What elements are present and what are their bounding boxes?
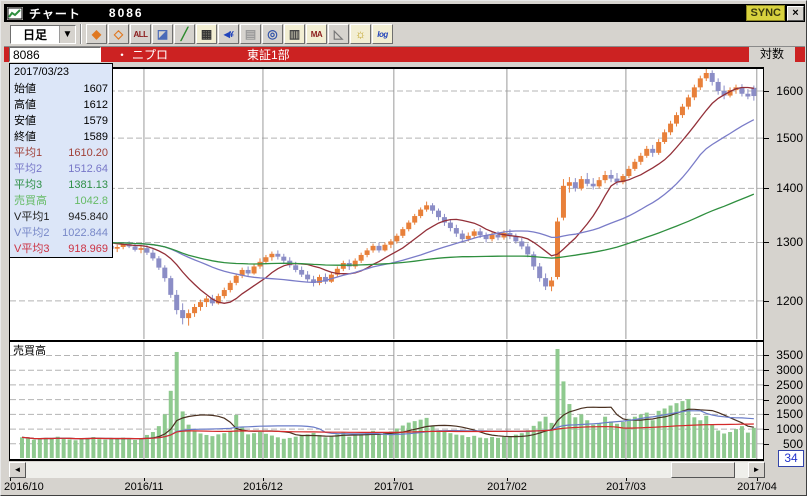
period-value: 日足 — [11, 26, 59, 43]
x-axis-label: 2017/03 — [606, 481, 646, 493]
stock-code-input[interactable] — [9, 47, 101, 62]
x-axis-label: 2016/12 — [243, 481, 283, 493]
indicator-disabled-icon[interactable]: ▤ — [240, 24, 261, 44]
close-button[interactable]: × — [787, 6, 804, 21]
log-scale-icon[interactable]: log — [372, 24, 393, 44]
axis-label: 1200 — [769, 294, 803, 308]
info-row: 始値1607 — [10, 81, 112, 97]
axis-label: 3500 — [769, 348, 803, 362]
eraser-icon[interactable]: ◪ — [152, 24, 173, 44]
horizontal-scrollbar[interactable]: ◄ ► — [9, 462, 765, 478]
pane-layout-icon[interactable]: ▦ — [196, 24, 217, 44]
draw-line-icon[interactable]: ╱ — [174, 24, 195, 44]
volume-chart-canvas[interactable] — [10, 342, 763, 459]
scroll-right-button[interactable]: ► — [748, 462, 765, 478]
sync-button[interactable]: SYNC — [746, 5, 785, 21]
visible-count-box: 34 — [778, 450, 804, 467]
axis-label: 2500 — [769, 378, 803, 392]
info-row: V平均3918.969 — [10, 241, 112, 257]
axis-label: 2000 — [769, 393, 803, 407]
info-row: 平均21512.64 — [10, 161, 112, 177]
yen-scale-icon[interactable]: ◀¥ — [218, 24, 239, 44]
quote-date: 2017/03/23 — [10, 64, 112, 81]
info-row: 売買高1042.8 — [10, 193, 112, 209]
info-row: V平均21022.844 — [10, 225, 112, 241]
stock-marker: ・ — [116, 46, 128, 63]
scale-mode-label: 対数 — [749, 47, 795, 62]
toolbar: 日足 ▼ ◆◇ALL◪╱▦◀¥▤◎▥MA◺☼log — [4, 22, 805, 47]
stock-market: 東証1部 — [247, 46, 290, 63]
info-row: 終値1589 — [10, 129, 112, 145]
info-row: 平均31381.13 — [10, 177, 112, 193]
chart-window: チャート 8086 SYNC × 日足 ▼ ◆◇ALL◪╱▦◀¥▤◎▥MA◺☼l… — [0, 0, 807, 496]
toolbar-icon-group: ◆◇ALL◪╱▦◀¥▤◎▥MA◺☼log — [86, 24, 394, 44]
scrollbar-thumb[interactable] — [671, 462, 735, 478]
volume-chart-pane[interactable]: 売買高 — [9, 341, 764, 461]
info-row: V平均1945.840 — [10, 209, 112, 225]
show-all-icon[interactable]: ALL — [130, 24, 151, 44]
x-axis-label: 2017/04 — [737, 481, 777, 493]
axis-label: 1300 — [769, 235, 803, 249]
price-chart-pane[interactable] — [9, 67, 764, 341]
stock-info-bar: ・ ニプロ 東証1部 対数 — [4, 47, 805, 62]
axis-label: 1000 — [769, 422, 803, 436]
window-title: チャート — [29, 5, 81, 22]
zoom-icon[interactable]: ◎ — [262, 24, 283, 44]
x-axis-label: 2017/02 — [487, 481, 527, 493]
info-row: 高値1612 — [10, 97, 112, 113]
info-row: 平均11610.20 — [10, 145, 112, 161]
moving-average-icon[interactable]: MA — [306, 24, 327, 44]
trend-tool-icon[interactable]: ◺ — [328, 24, 349, 44]
window-title-code: 8086 — [109, 6, 144, 20]
info-row: 安値1579 — [10, 113, 112, 129]
chart-app-icon — [7, 7, 23, 20]
stock-name: ニプロ — [132, 46, 168, 63]
axis-label: 1600 — [769, 84, 803, 98]
quote-board-icon[interactable]: ▥ — [284, 24, 305, 44]
axis-label: 1500 — [769, 131, 803, 145]
shrink-bars-icon[interactable]: ◇ — [108, 24, 129, 44]
expand-bars-icon[interactable]: ◆ — [86, 24, 107, 44]
axis-label: 1400 — [769, 181, 803, 195]
volume-pane-title: 売買高 — [13, 342, 46, 358]
titlebar: チャート 8086 SYNC × — [4, 4, 805, 22]
x-axis-label: 2017/01 — [374, 481, 414, 493]
price-chart-canvas[interactable] — [10, 69, 763, 339]
axis-label: 500 — [769, 437, 803, 451]
axis-label: 1500 — [769, 407, 803, 421]
chevron-down-icon[interactable]: ▼ — [59, 26, 75, 43]
x-axis-label: 2016/10 — [4, 481, 44, 493]
axis-label: 3000 — [769, 363, 803, 377]
period-dropdown[interactable]: 日足 ▼ — [10, 25, 76, 44]
quote-info-panel: 2017/03/23 始値1607高値1612安値1579終値1589平均116… — [9, 63, 113, 258]
scroll-left-button[interactable]: ◄ — [9, 462, 26, 478]
toolbar-separator — [80, 24, 82, 44]
x-axis-label: 2016/11 — [125, 481, 164, 493]
settings-gears-icon[interactable]: ☼ — [350, 24, 371, 44]
